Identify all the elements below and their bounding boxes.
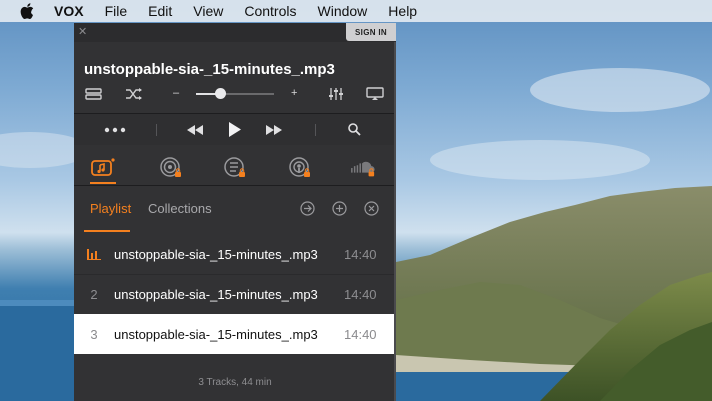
divider xyxy=(315,124,316,136)
track-duration: 14:40 xyxy=(344,246,377,262)
equalizer-icon[interactable] xyxy=(326,86,346,102)
tab-collections[interactable]: Collections xyxy=(148,201,212,216)
volume-up-button[interactable]: + xyxy=(291,87,297,99)
close-icon[interactable]: ✕ xyxy=(78,25,87,38)
clear-circle-icon[interactable] xyxy=(363,200,379,216)
divider xyxy=(74,185,396,186)
track-number: 2 xyxy=(90,286,98,302)
repeat-icon[interactable] xyxy=(84,86,104,102)
menu-controls[interactable]: Controls xyxy=(244,3,296,19)
search-icon[interactable] xyxy=(344,114,364,145)
track-row-selected[interactable]: 3 unstoppable-sia-_15-minutes_.mp3 14:40 xyxy=(74,314,396,354)
volume-slider-knob[interactable] xyxy=(215,88,227,99)
transport-bar xyxy=(74,114,396,145)
podcast-icon[interactable] xyxy=(287,155,313,181)
tab-playlist[interactable]: Playlist xyxy=(90,201,131,216)
volume-slider[interactable] xyxy=(196,93,274,95)
sign-in-button[interactable]: SIGN IN xyxy=(346,23,396,41)
window-edge xyxy=(394,42,396,401)
track-duration: 14:40 xyxy=(344,286,377,302)
track-name: unstoppable-sia-_15-minutes_.mp3 xyxy=(114,286,318,302)
track-row[interactable]: 2 unstoppable-sia-_15-minutes_.mp3 14:40 xyxy=(74,274,396,314)
airplay-icon[interactable] xyxy=(364,86,386,102)
menu-window[interactable]: Window xyxy=(318,3,368,19)
radio-icon[interactable] xyxy=(158,155,184,181)
play-icon[interactable] xyxy=(225,114,245,145)
soundcloud-icon[interactable] xyxy=(350,155,376,181)
track-row[interactable]: unstoppable-sia-_15-minutes_.mp3 14:40 xyxy=(74,234,396,274)
playlist-summary: 3 Tracks, 44 min xyxy=(198,377,272,388)
shuffle-icon[interactable] xyxy=(124,86,144,102)
podcast-list-icon[interactable] xyxy=(222,155,248,181)
music-library-icon[interactable] xyxy=(90,155,116,181)
volume-down-button[interactable]: – xyxy=(173,87,179,99)
track-name: unstoppable-sia-_15-minutes_.mp3 xyxy=(114,246,318,262)
add-circle-icon[interactable] xyxy=(331,200,347,216)
more-icon[interactable] xyxy=(102,114,128,145)
menu-file[interactable]: File xyxy=(105,3,128,19)
rewind-icon[interactable] xyxy=(185,114,205,145)
now-playing-icon xyxy=(74,248,114,260)
fast-forward-icon[interactable] xyxy=(264,114,284,145)
arrow-circle-icon[interactable] xyxy=(299,200,315,216)
divider xyxy=(156,124,157,136)
menu-view[interactable]: View xyxy=(193,3,223,19)
track-title: unstoppable-sia-_15-minutes_.mp3 xyxy=(84,61,335,78)
menubar: VOX File Edit View Controls Window Help xyxy=(0,0,712,22)
menu-vox[interactable]: VOX xyxy=(54,3,84,19)
source-tabs xyxy=(74,145,396,185)
apple-icon[interactable] xyxy=(20,3,36,19)
track-duration: 14:40 xyxy=(344,326,377,342)
track-name: unstoppable-sia-_15-minutes_.mp3 xyxy=(114,326,318,342)
menu-help[interactable]: Help xyxy=(388,3,417,19)
vox-player-window: ✕ SIGN IN unstoppable-sia-_15-minutes_.m… xyxy=(74,23,396,401)
track-number: 3 xyxy=(90,326,98,342)
active-source-indicator xyxy=(90,182,116,184)
active-tab-indicator xyxy=(84,230,130,232)
menu-edit[interactable]: Edit xyxy=(148,3,172,19)
